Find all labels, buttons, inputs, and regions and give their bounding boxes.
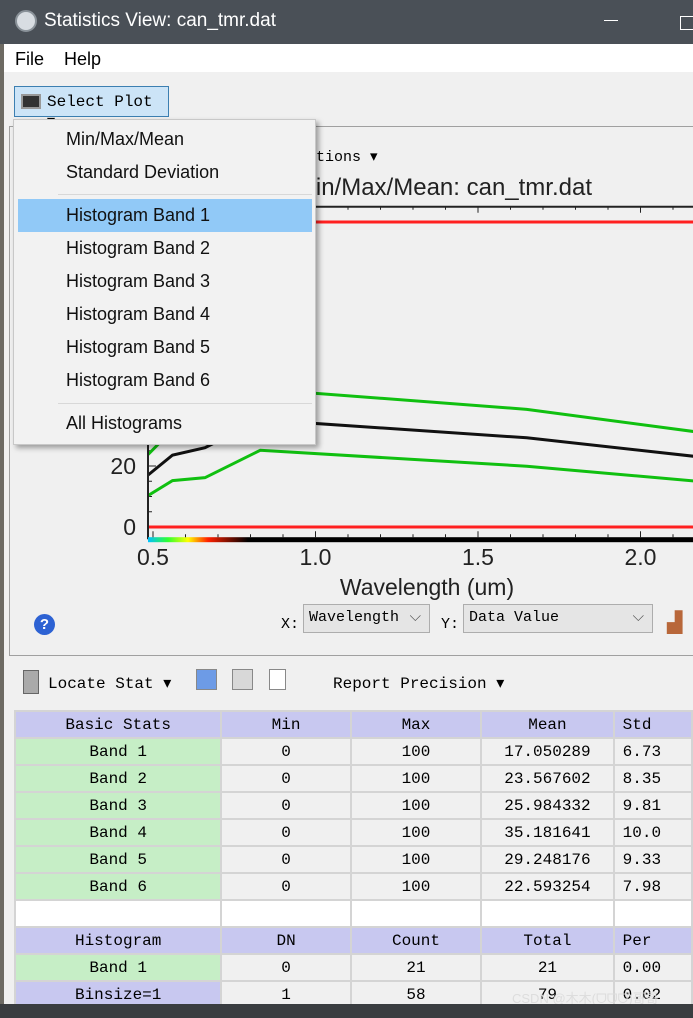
value-cell: 23.567602 xyxy=(480,764,615,793)
row-label-cell: Band 1 xyxy=(13,737,223,766)
value-cell: 100 xyxy=(349,791,483,820)
menu-item-all-histograms[interactable]: All Histograms xyxy=(18,407,312,440)
header-cell: Count xyxy=(349,926,483,955)
menu-item-histogram-band-5[interactable]: Histogram Band 5 xyxy=(18,331,312,364)
value-cell: 8.35 xyxy=(612,764,693,793)
taskbar xyxy=(0,1004,693,1018)
header-cell: Basic Stats xyxy=(13,710,223,739)
row-label-cell: Band 3 xyxy=(13,791,223,820)
stairs-icon[interactable]: ▟ xyxy=(667,610,687,634)
value-cell: 6.73 xyxy=(612,737,693,766)
value-cell: 0 xyxy=(220,845,352,874)
x-axis-label: Wavelength (um) xyxy=(340,574,514,600)
value-cell: 9.81 xyxy=(612,791,693,820)
x-axis-select[interactable]: Wavelength ⌵ xyxy=(303,604,430,633)
menu-item-histogram-band-3[interactable]: Histogram Band 3 xyxy=(18,265,312,298)
y-axis-select[interactable]: Data Value ⌵ xyxy=(463,604,653,633)
header-cell: Per xyxy=(612,926,693,955)
x-tick-label: 1.0 xyxy=(300,544,332,570)
copy-icon[interactable] xyxy=(269,669,286,690)
row-label-cell: Band 6 xyxy=(13,872,223,901)
value-cell: 100 xyxy=(349,764,483,793)
table-header-row: Histogram DN Count Total Per xyxy=(13,926,693,955)
value-cell: 17.050289 xyxy=(480,737,615,766)
value-cell: 0 xyxy=(220,953,352,982)
menu-item-histogram-band-1[interactable]: Histogram Band 1 xyxy=(18,199,312,232)
y-tick-label: 0 xyxy=(123,514,136,540)
row-label-cell: Band 1 xyxy=(13,953,223,982)
calculator-icon xyxy=(23,670,39,694)
header-cell: Histogram xyxy=(13,926,223,955)
menu-item-standard-deviation[interactable]: Standard Deviation xyxy=(18,156,312,189)
locate-stat-button[interactable]: Locate Stat ▾ xyxy=(48,673,171,693)
series-mean-stdev xyxy=(149,448,693,497)
report-precision-button[interactable]: Report Precision ▾ xyxy=(333,673,504,693)
empty-row xyxy=(13,899,693,928)
row-label-cell: Band 2 xyxy=(13,764,223,793)
table-row: Band 5 0 100 29.248176 9.33 xyxy=(13,845,693,874)
y-select-label: Y: xyxy=(441,616,460,633)
value-cell: 100 xyxy=(349,737,483,766)
spectrum-bar xyxy=(148,537,248,543)
value-cell: 29.248176 xyxy=(480,845,615,874)
table-row: Band 1 0 21 21 0.00 xyxy=(13,953,693,982)
value-cell: 0.00 xyxy=(612,953,693,982)
x-tick-label: 0.5 xyxy=(137,544,169,570)
value-cell: 0 xyxy=(220,818,352,847)
chevron-down-icon: ⌵ xyxy=(632,609,644,626)
value-cell: 100 xyxy=(349,818,483,847)
grid-blue-icon[interactable] xyxy=(196,669,217,690)
x-select-label: X: xyxy=(281,616,300,633)
x-tick-label: 1.5 xyxy=(462,544,494,570)
header-cell: Mean xyxy=(480,710,615,739)
menu-item-histogram-band-4[interactable]: Histogram Band 4 xyxy=(18,298,312,331)
chevron-down-icon: ⌵ xyxy=(409,609,421,626)
value-cell: 22.593254 xyxy=(480,872,615,901)
value-cell: 7.98 xyxy=(612,872,693,901)
table-row: Band 4 0 100 35.181641 10.0 xyxy=(13,818,693,847)
header-cell: Max xyxy=(349,710,483,739)
stats-table: Basic Stats Min Max Mean Std Band 1 0 100 1… xyxy=(13,710,693,1009)
value-cell: 9.33 xyxy=(612,845,693,874)
value-cell: 10.0 xyxy=(612,818,693,847)
row-label-cell: Band 5 xyxy=(13,845,223,874)
value-cell: 0 xyxy=(220,872,352,901)
table-row: Band 1 0 100 17.050289 6.73 xyxy=(13,737,693,766)
header-cell: Std xyxy=(612,710,693,739)
row-label-cell: Band 4 xyxy=(13,818,223,847)
value-cell: 21 xyxy=(349,953,483,982)
value-cell: 0 xyxy=(220,791,352,820)
value-cell: 21 xyxy=(480,953,615,982)
table-row: Band 6 0 100 22.593254 7.98 xyxy=(13,872,693,901)
value-cell: 25.984332 xyxy=(480,791,615,820)
header-cell: Min xyxy=(220,710,352,739)
value-cell: 100 xyxy=(349,845,483,874)
table-header-row: Basic Stats Min Max Mean Std xyxy=(13,710,693,739)
value-cell: 0 xyxy=(220,737,352,766)
grid-gray-icon[interactable] xyxy=(232,669,253,690)
value-cell: 100 xyxy=(349,872,483,901)
value-cell: 35.181641 xyxy=(480,818,615,847)
y-tick-label: 20 xyxy=(110,453,136,479)
menu-item-histogram-band-2[interactable]: Histogram Band 2 xyxy=(18,232,312,265)
stats-toolbar: Locate Stat ▾ Report Precision ▾ xyxy=(0,665,693,701)
x-tick-label: 2.0 xyxy=(625,544,657,570)
menu-item-histogram-band-6[interactable]: Histogram Band 6 xyxy=(18,364,312,397)
menu-separator xyxy=(58,403,312,404)
header-cell: DN xyxy=(220,926,352,955)
table-row: Band 3 0 100 25.984332 9.81 xyxy=(13,791,693,820)
table-row: Band 2 0 100 23.567602 8.35 xyxy=(13,764,693,793)
header-cell: Total xyxy=(480,926,615,955)
y-select-value: Data Value xyxy=(469,609,560,626)
help-icon[interactable]: ? xyxy=(34,614,55,635)
x-select-value: Wavelength xyxy=(309,609,400,626)
value-cell: 0 xyxy=(220,764,352,793)
menu-separator xyxy=(58,194,312,195)
x-axis xyxy=(248,537,693,543)
menu-item-min-max-mean[interactable]: Min/Max/Mean xyxy=(18,123,312,156)
select-plot-menu: Min/Max/Mean Standard Deviation Histogra… xyxy=(13,119,316,445)
